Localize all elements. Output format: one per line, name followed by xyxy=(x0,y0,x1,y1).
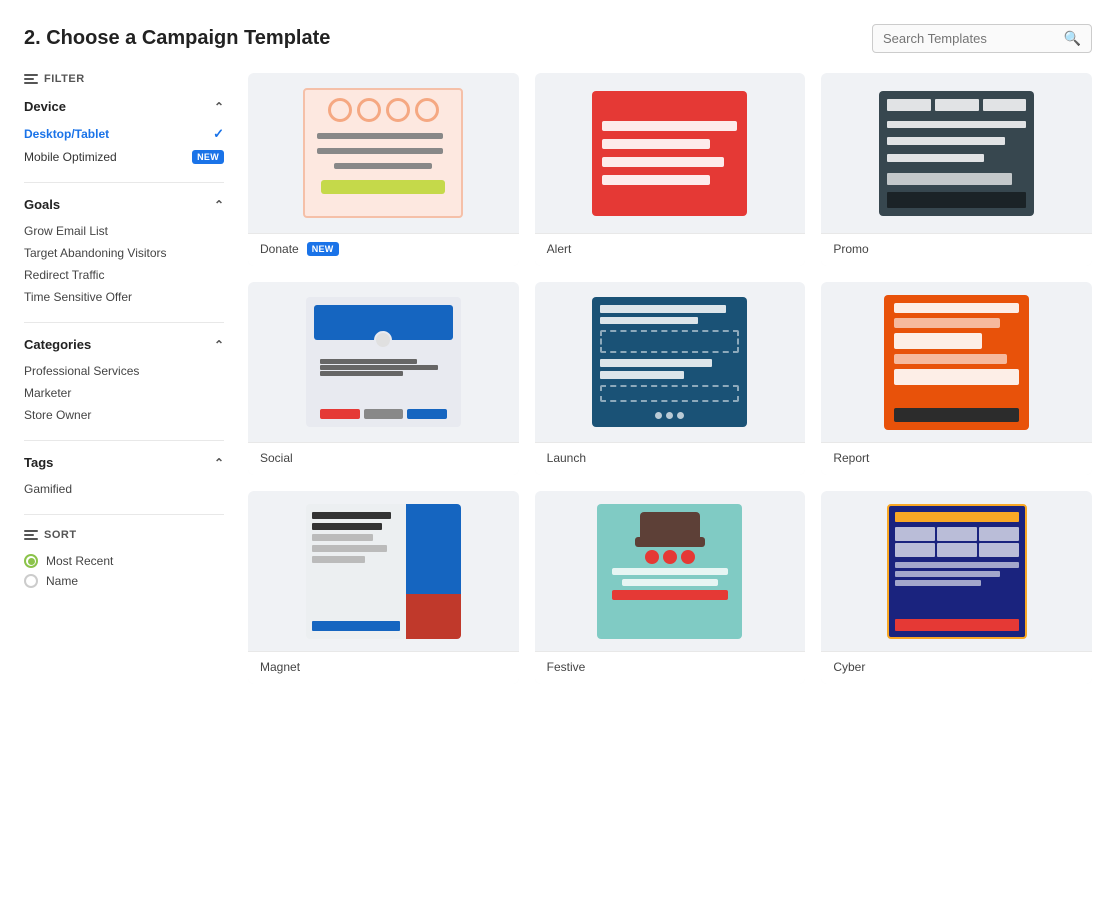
sidebar-item-target-abandoning[interactable]: Target Abandoning Visitors xyxy=(24,242,224,264)
divider-2 xyxy=(24,322,224,323)
launch-visual xyxy=(592,297,747,427)
template-card-alert[interactable]: Alert xyxy=(535,73,806,266)
festive-hat xyxy=(640,512,700,542)
sort-most-recent[interactable]: Most Recent xyxy=(24,551,224,571)
goals-section-title[interactable]: Goals ⌃ xyxy=(24,197,224,212)
sidebar-item-store-owner[interactable]: Store Owner xyxy=(24,404,224,426)
cyber-grid xyxy=(895,527,1019,557)
template-preview-launch xyxy=(535,282,806,442)
template-card-magnet[interactable]: Magnet xyxy=(248,491,519,684)
page-wrapper: 2. Choose a Campaign Template 🔍 FILTER D… xyxy=(0,0,1116,898)
launch-dots xyxy=(600,412,739,419)
template-preview-donate xyxy=(248,73,519,233)
chevron-up-icon: ⌃ xyxy=(214,100,224,114)
radio-unselected-icon xyxy=(24,574,38,588)
chevron-up-icon-3: ⌃ xyxy=(214,338,224,352)
divider-4 xyxy=(24,514,224,515)
sort-name[interactable]: Name xyxy=(24,571,224,591)
social-visual xyxy=(306,297,461,427)
template-label-report: Report xyxy=(821,442,1092,475)
main-layout: FILTER Device ⌃ Desktop/Tablet ✓ Mobile … xyxy=(24,73,1092,684)
template-label-promo: Promo xyxy=(821,233,1092,266)
device-section-title[interactable]: Device ⌃ xyxy=(24,99,224,114)
top-bar: 2. Choose a Campaign Template 🔍 xyxy=(24,24,1092,53)
device-option-mobile[interactable]: Mobile Optimized NEW xyxy=(24,146,224,168)
template-label-donate: Donate NEW xyxy=(248,233,519,266)
template-card-donate[interactable]: Donate NEW xyxy=(248,73,519,266)
festive-visual xyxy=(597,504,742,639)
sidebar-item-professional[interactable]: Professional Services xyxy=(24,360,224,382)
sidebar-item-marketer[interactable]: Marketer xyxy=(24,382,224,404)
device-option-desktop[interactable]: Desktop/Tablet ✓ xyxy=(24,122,224,146)
template-card-launch[interactable]: Launch xyxy=(535,282,806,475)
content-area: Donate NEW Alert xyxy=(248,73,1092,684)
cyber-visual xyxy=(887,504,1027,639)
template-label-alert: Alert xyxy=(535,233,806,266)
template-card-report[interactable]: Report xyxy=(821,282,1092,475)
template-preview-social xyxy=(248,282,519,442)
sort-section: SORT Most Recent Name xyxy=(24,529,224,591)
template-preview-alert xyxy=(535,73,806,233)
sort-header: SORT xyxy=(24,529,224,541)
sidebar-item-redirect[interactable]: Redirect Traffic xyxy=(24,264,224,286)
template-label-launch: Launch xyxy=(535,442,806,475)
template-preview-cyber xyxy=(821,491,1092,651)
sidebar-item-gamified[interactable]: Gamified xyxy=(24,478,224,500)
template-preview-festive xyxy=(535,491,806,651)
sidebar-item-grow-email[interactable]: Grow Email List xyxy=(24,220,224,242)
new-badge: NEW xyxy=(192,150,224,164)
festive-circles xyxy=(645,550,695,564)
divider-3 xyxy=(24,440,224,441)
sort-icon xyxy=(24,530,38,540)
search-box[interactable]: 🔍 xyxy=(872,24,1092,53)
sort-label: SORT xyxy=(44,529,77,541)
social-buttons xyxy=(314,409,453,419)
magnet-visual xyxy=(306,504,461,639)
template-card-promo[interactable]: Promo xyxy=(821,73,1092,266)
social-avatar xyxy=(374,331,392,349)
sidebar: FILTER Device ⌃ Desktop/Tablet ✓ Mobile … xyxy=(24,73,224,684)
search-input[interactable] xyxy=(883,31,1060,46)
checkmark-icon: ✓ xyxy=(213,126,224,142)
donate-new-badge: NEW xyxy=(307,242,339,256)
template-preview-report xyxy=(821,282,1092,442)
template-label-social: Social xyxy=(248,442,519,475)
template-card-cyber[interactable]: Cyber xyxy=(821,491,1092,684)
donate-circles xyxy=(313,98,453,122)
filter-label: FILTER xyxy=(44,73,85,85)
filter-icon xyxy=(24,74,38,84)
template-card-social[interactable]: Social xyxy=(248,282,519,475)
divider-1 xyxy=(24,182,224,183)
template-card-festive[interactable]: Festive xyxy=(535,491,806,684)
template-label-magnet: Magnet xyxy=(248,651,519,684)
template-preview-promo xyxy=(821,73,1092,233)
sidebar-item-time-sensitive[interactable]: Time Sensitive Offer xyxy=(24,286,224,308)
categories-section-title[interactable]: Categories ⌃ xyxy=(24,337,224,352)
chevron-up-icon-4: ⌃ xyxy=(214,456,224,470)
donate-visual xyxy=(303,88,463,218)
chevron-up-icon-2: ⌃ xyxy=(214,198,224,212)
promo-visual xyxy=(879,91,1034,216)
alert-visual xyxy=(592,91,747,216)
filter-header: FILTER xyxy=(24,73,224,85)
tags-section-title[interactable]: Tags ⌃ xyxy=(24,455,224,470)
template-label-cyber: Cyber xyxy=(821,651,1092,684)
template-preview-magnet xyxy=(248,491,519,651)
social-header xyxy=(314,305,453,340)
report-visual xyxy=(884,295,1029,430)
radio-selected-icon xyxy=(24,554,38,568)
templates-grid: Donate NEW Alert xyxy=(248,73,1092,684)
page-title: 2. Choose a Campaign Template xyxy=(24,27,330,50)
template-label-festive: Festive xyxy=(535,651,806,684)
search-icon: 🔍 xyxy=(1064,30,1081,47)
